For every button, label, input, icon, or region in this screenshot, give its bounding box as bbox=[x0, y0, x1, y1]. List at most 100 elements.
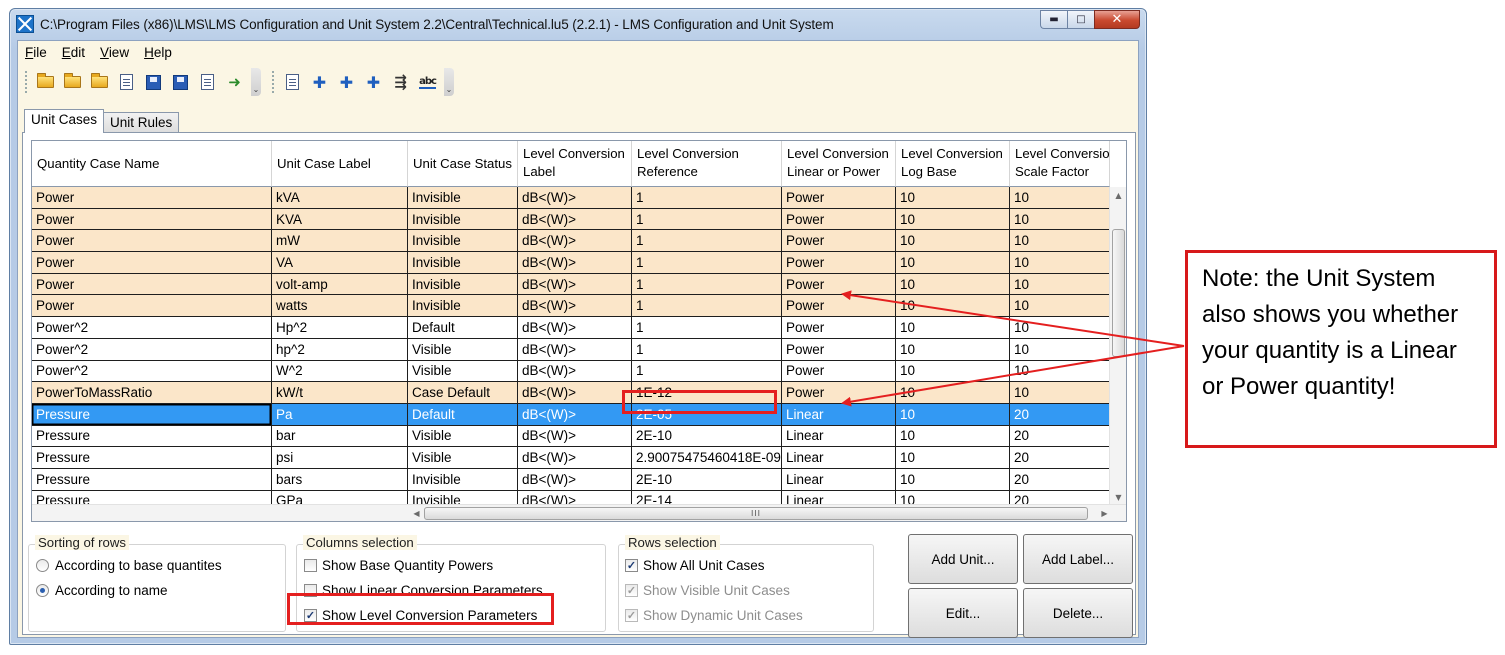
table-cell[interactable]: Invisible bbox=[408, 252, 518, 273]
table-cell[interactable]: 10 bbox=[896, 338, 1010, 360]
table-cell[interactable]: dB<(W)> bbox=[518, 252, 632, 273]
table-cell[interactable]: Linear bbox=[782, 425, 896, 447]
radio-circle[interactable] bbox=[36, 559, 49, 572]
table-cell[interactable]: dB<(W)> bbox=[518, 317, 632, 338]
scroll-left-icon[interactable]: ◀ bbox=[408, 505, 425, 521]
table-cell[interactable]: watts bbox=[272, 295, 408, 317]
table-cell[interactable]: Linear bbox=[782, 468, 896, 490]
radio-sort-base-quantities[interactable]: According to base quantites bbox=[36, 558, 222, 573]
table-cell[interactable]: bar bbox=[272, 425, 408, 447]
table-row[interactable]: Pressure bar Visible dB<(W)> 2E-10 Linear 10 20 bbox=[32, 425, 1126, 448]
table-cell[interactable]: Power bbox=[782, 252, 896, 273]
toolbar-overflow-button[interactable]: ⌄ bbox=[251, 68, 261, 96]
table-cell[interactable]: dB<(W)> bbox=[518, 360, 632, 382]
table-cell[interactable]: 10 bbox=[1010, 295, 1110, 317]
tab-unit-rules[interactable]: Unit Rules bbox=[103, 112, 180, 133]
title-bar[interactable]: C:\Program Files (x86)\LMS\LMS Configura… bbox=[10, 9, 1146, 39]
table-row[interactable]: Power^2 Hp^2 Default dB<(W)> 1 Power 10 10 bbox=[32, 317, 1126, 339]
table-cell[interactable]: 20 bbox=[1010, 403, 1110, 425]
table-cell[interactable]: Power bbox=[32, 295, 272, 317]
table-row[interactable]: Pressure Pa Default dB<(W)> 2E-05 Linear 10 20 bbox=[32, 403, 1126, 426]
table-cell[interactable]: 1 bbox=[632, 208, 782, 230]
table-cell[interactable]: dB<(W)> bbox=[518, 208, 632, 230]
scroll-right-icon[interactable]: ▶ bbox=[1096, 505, 1113, 521]
table-row[interactable]: Pressure bars Invisible dB<(W)> 2E-10 Linear 1… bbox=[32, 468, 1126, 491]
table-row[interactable]: Power KVA Invisible dB<(W)> 1 Power 10 10 bbox=[32, 208, 1126, 231]
vertical-scroll-thumb[interactable] bbox=[1112, 229, 1125, 357]
table-cell[interactable]: 1 bbox=[632, 360, 782, 382]
table-cell[interactable]: VA bbox=[272, 252, 408, 273]
table-cell[interactable]: 10 bbox=[1010, 360, 1110, 382]
checkbox-box[interactable] bbox=[304, 559, 317, 572]
table-cell[interactable]: Hp^2 bbox=[272, 317, 408, 338]
table-cell[interactable]: Power bbox=[32, 252, 272, 273]
table-cell[interactable]: 10 bbox=[896, 403, 1010, 425]
save-icon[interactable] bbox=[143, 71, 165, 93]
add-label-button[interactable]: Add Label... bbox=[1023, 534, 1133, 584]
toolbar-grip[interactable] bbox=[272, 71, 275, 93]
table-cell[interactable]: Pressure bbox=[32, 403, 272, 425]
table-cell[interactable]: Power bbox=[782, 208, 896, 230]
column-header[interactable]: Level Conversion Label bbox=[518, 141, 632, 187]
table-cell[interactable]: volt-amp bbox=[272, 273, 408, 295]
column-header[interactable]: Level Conversion Reference bbox=[632, 141, 782, 187]
report-icon[interactable] bbox=[282, 71, 304, 93]
table-cell[interactable]: Power bbox=[782, 317, 896, 338]
table-row[interactable]: Power volt-amp Invisible dB<(W)> 1 Power 10 10 bbox=[32, 273, 1126, 296]
table-cell[interactable]: 1 bbox=[632, 338, 782, 360]
column-header[interactable]: Unit Case Label bbox=[272, 141, 408, 187]
table-cell[interactable]: Pressure bbox=[32, 425, 272, 447]
vertical-scrollbar[interactable]: ▲ ▼ bbox=[1109, 187, 1126, 505]
export-icon[interactable] bbox=[197, 71, 219, 93]
table-cell[interactable]: 10 bbox=[896, 208, 1010, 230]
table-cell[interactable]: dB<(W)> bbox=[518, 403, 632, 425]
table-cell[interactable]: Default bbox=[408, 317, 518, 338]
table-cell[interactable]: 10 bbox=[1010, 273, 1110, 295]
tab-unit-cases[interactable]: Unit Cases bbox=[24, 109, 105, 133]
table-cell[interactable]: 10 bbox=[896, 295, 1010, 317]
open-folder-icon[interactable] bbox=[62, 71, 84, 93]
table-cell[interactable]: dB<(W)> bbox=[518, 273, 632, 295]
table-cell[interactable]: 2.90075475460418E-09 bbox=[632, 447, 782, 468]
table-cell[interactable]: Invisible bbox=[408, 208, 518, 230]
table-cell[interactable]: Pa bbox=[272, 403, 408, 425]
table-cell[interactable]: dB<(W)> bbox=[518, 447, 632, 468]
table-cell[interactable]: 20 bbox=[1010, 425, 1110, 447]
edit-button[interactable]: Edit... bbox=[908, 588, 1018, 638]
add-rule-icon[interactable]: ✚ bbox=[363, 71, 385, 93]
table-cell[interactable]: Power bbox=[782, 338, 896, 360]
radio-circle[interactable] bbox=[36, 584, 49, 597]
horizontal-scrollbar[interactable]: ◀ III ▶ bbox=[32, 504, 1126, 521]
table-cell[interactable]: dB<(W)> bbox=[518, 295, 632, 317]
table-cell[interactable]: 2E-10 bbox=[632, 468, 782, 490]
table-cell[interactable]: 10 bbox=[896, 252, 1010, 273]
table-row[interactable]: Power^2 hp^2 Visible dB<(W)> 1 Power 10 10 bbox=[32, 338, 1126, 361]
label-icon[interactable]: abc bbox=[417, 71, 439, 93]
checkbox-all-unit-cases[interactable]: ✓ Show All Unit Cases bbox=[625, 558, 765, 573]
toolbar-grip[interactable] bbox=[25, 71, 28, 93]
table-row[interactable]: Power kVA Invisible dB<(W)> 1 Power 10 10 bbox=[32, 187, 1126, 209]
table-row[interactable]: Power VA Invisible dB<(W)> 1 Power 10 10 bbox=[32, 252, 1126, 274]
table-cell[interactable]: 10 bbox=[896, 447, 1010, 468]
table-cell[interactable]: W^2 bbox=[272, 360, 408, 382]
table-cell[interactable]: Power bbox=[32, 187, 272, 208]
table-cell[interactable]: Power bbox=[782, 230, 896, 252]
table-cell[interactable]: Invisible bbox=[408, 273, 518, 295]
table-cell[interactable]: Invisible bbox=[408, 295, 518, 317]
table-row[interactable]: Power watts Invisible dB<(W)> 1 Power 10 10 bbox=[32, 295, 1126, 318]
table-cell[interactable]: 1 bbox=[632, 317, 782, 338]
table-cell[interactable]: Power^2 bbox=[32, 338, 272, 360]
column-header[interactable]: Level Conversion Log Base bbox=[896, 141, 1010, 187]
table-cell[interactable]: Power bbox=[782, 187, 896, 208]
table-cell[interactable]: Power bbox=[782, 273, 896, 295]
add-quantity-icon[interactable]: ✚ bbox=[309, 71, 331, 93]
table-cell[interactable]: 1 bbox=[632, 252, 782, 273]
table-cell[interactable]: Linear bbox=[782, 403, 896, 425]
table-cell[interactable]: Visible bbox=[408, 447, 518, 468]
table-cell[interactable]: Visible bbox=[408, 360, 518, 382]
table-cell[interactable]: dB<(W)> bbox=[518, 230, 632, 252]
horizontal-scroll-thumb[interactable]: III bbox=[424, 507, 1088, 520]
table-cell[interactable]: 10 bbox=[896, 187, 1010, 208]
column-header[interactable]: Level Conversion Scale Factor bbox=[1010, 141, 1110, 187]
table-cell[interactable]: Default bbox=[408, 403, 518, 425]
